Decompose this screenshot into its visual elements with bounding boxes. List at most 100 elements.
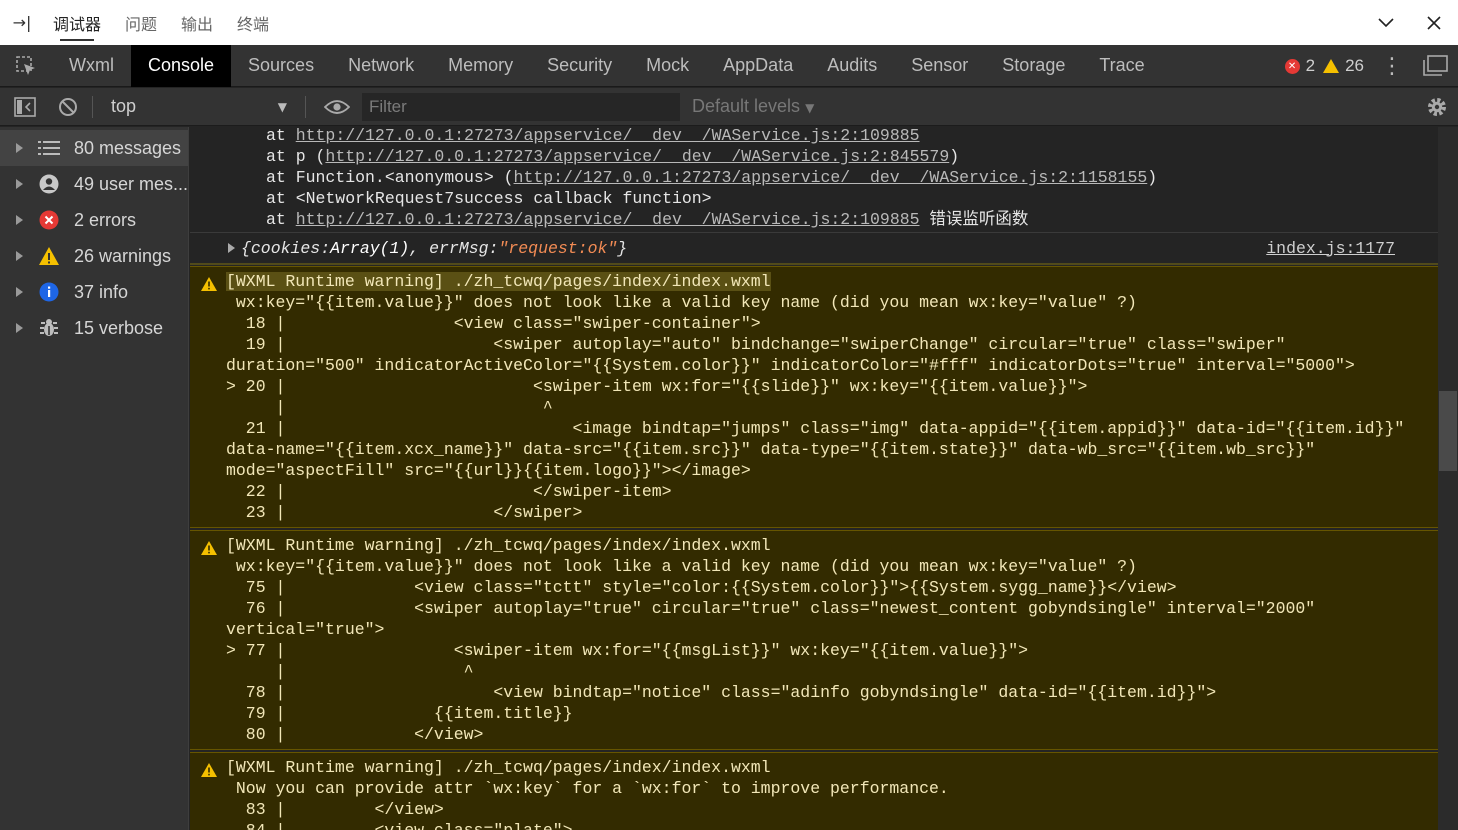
warning-line: wx:key="{{item.value}}" does not look li…	[226, 293, 1137, 312]
window-tab-problems[interactable]: 问题	[116, 0, 166, 45]
log-levels-dropdown[interactable]: Default levels ▼	[692, 96, 814, 117]
sidebar-item-verbose[interactable]: 15 verbose	[0, 310, 188, 346]
warning-title: [WXML Runtime warning] ./zh_tcwq/pages/i…	[226, 536, 771, 555]
tab-memory[interactable]: Memory	[431, 45, 530, 87]
warning-line: 79 | {{item.title}}	[226, 704, 573, 723]
collapse-panel-icon[interactable]: →|	[0, 0, 44, 45]
object-text: }	[617, 238, 628, 258]
trace-line: at Function.<anonymous> (http://127.0.0.…	[266, 167, 1438, 188]
sidebar-item-messages[interactable]: 80 messages	[0, 130, 188, 166]
filter-input[interactable]	[362, 92, 680, 121]
gear-icon[interactable]	[1426, 88, 1448, 126]
warning-line: 76 | <swiper autoplay="true" circular="t…	[226, 599, 1316, 618]
divider	[92, 95, 93, 118]
warning-line: 21 | <image bindtap="jumps" class="img" …	[226, 419, 1405, 438]
console-sidebar: 80 messages 49 user mes... 2 errors 26 w…	[0, 127, 189, 830]
tab-wxml[interactable]: Wxml	[52, 45, 131, 87]
window-tab-bar: →| 调试器 问题 输出 终端	[0, 0, 1458, 45]
sidebar-item-info[interactable]: 37 info	[0, 274, 188, 310]
show-sidebar-icon[interactable]	[0, 96, 50, 117]
trace-line: at <NetworkRequest7success callback func…	[266, 188, 1438, 209]
warning-title: [WXML Runtime warning] ./zh_tcwq/pages/i…	[226, 272, 771, 291]
warning-line: data-name="{{item.xcx_name}}" data-src="…	[226, 440, 1316, 459]
expand-caret-icon[interactable]	[16, 287, 23, 297]
live-expression-eye-icon[interactable]	[312, 99, 362, 115]
object-log-row[interactable]: {cookies: Array(1), errMsg: "request:ok"…	[190, 233, 1438, 265]
warning-line: > 20 | <swiper-item wx:for="{{slide}}" w…	[226, 377, 1088, 396]
trace-text: at <NetworkRequest7success callback func…	[266, 189, 712, 208]
user-icon	[38, 173, 60, 195]
dropdown-arrow-icon: ▼	[277, 99, 287, 114]
sidebar-item-errors[interactable]: 2 errors	[0, 202, 188, 238]
tab-storage[interactable]: Storage	[985, 45, 1082, 87]
tab-label: 问题	[125, 14, 158, 34]
tab-mock[interactable]: Mock	[629, 45, 706, 87]
bug-icon	[38, 317, 60, 339]
expand-caret-icon[interactable]	[16, 179, 23, 189]
dropdown-arrow-icon: ▼	[805, 101, 815, 115]
object-text: Array(1)	[330, 238, 410, 258]
tab-console[interactable]: Console	[130, 44, 232, 87]
trace-text: at	[266, 127, 296, 145]
stack-trace: at http://127.0.0.1:27273/appservice/__d…	[190, 127, 1438, 233]
tab-label: 输出	[181, 14, 214, 34]
trace-link[interactable]: http://127.0.0.1:27273/appservice/__dev_…	[514, 168, 1148, 187]
tab-security[interactable]: Security	[530, 45, 629, 87]
close-icon[interactable]	[1414, 0, 1454, 45]
error-count-icon: ✕	[1284, 58, 1300, 74]
trace-link[interactable]: http://127.0.0.1:27273/appservice/__dev_…	[296, 127, 920, 145]
sidebar-item-label: 26 warnings	[74, 245, 172, 266]
warning-line: 22 | </swiper-item>	[226, 482, 672, 501]
source-link[interactable]: index.js:1177	[1266, 239, 1395, 258]
warning-line: 80 | </view>	[226, 725, 484, 744]
trace-line: at http://127.0.0.1:27273/appservice/__d…	[266, 209, 1438, 230]
error-icon	[38, 209, 60, 231]
window-tab-terminal[interactable]: 终端	[228, 0, 278, 45]
expand-caret-icon[interactable]	[16, 215, 23, 225]
expand-caret-icon[interactable]	[16, 323, 23, 333]
expand-caret-icon[interactable]	[16, 251, 23, 261]
error-count[interactable]: 2	[1306, 56, 1315, 76]
log-levels-label: Default levels	[692, 96, 801, 116]
context-label: top	[111, 96, 137, 116]
warning-count[interactable]: 26	[1345, 56, 1364, 76]
sidebar-item-label: 15 verbose	[74, 317, 164, 338]
warning-message: [WXML Runtime warning] ./zh_tcwq/pages/i…	[190, 266, 1438, 528]
sidebar-item-label: 2 errors	[74, 209, 137, 230]
sidebar-item-user-messages[interactable]: 49 user mes...	[0, 166, 188, 202]
tab-trace[interactable]: Trace	[1082, 45, 1161, 87]
sidebar-item-label: 37 info	[74, 281, 129, 302]
warning-icon	[201, 540, 217, 561]
console-scrollbar[interactable]	[1438, 127, 1458, 830]
inspect-element-icon[interactable]	[0, 45, 52, 87]
expand-caret-icon[interactable]	[16, 143, 23, 153]
window-tab-debugger[interactable]: 调试器	[44, 0, 110, 45]
trace-link[interactable]: http://127.0.0.1:27273/appservice/__dev_…	[325, 147, 949, 166]
sidebar-item-warnings[interactable]: 26 warnings	[0, 238, 188, 274]
chevron-down-icon[interactable]	[1366, 0, 1406, 45]
tab-sources[interactable]: Sources	[231, 45, 331, 87]
object-text: , errMsg:	[409, 238, 499, 258]
warning-icon	[201, 762, 217, 783]
tab-network[interactable]: Network	[331, 45, 431, 87]
warning-line: 84 | <view class="plate">	[226, 820, 1438, 830]
expand-caret-icon[interactable]	[228, 243, 235, 253]
more-options-icon[interactable]: ⋮	[1372, 54, 1412, 79]
trace-text: at Function.<anonymous> (	[266, 168, 514, 187]
tab-audits[interactable]: Audits	[810, 45, 894, 87]
tab-appdata[interactable]: AppData	[706, 45, 810, 87]
info-icon	[38, 281, 60, 303]
warning-line: 83 | </view>	[226, 800, 444, 819]
warning-line: 18 | <view class="swiper-container">	[226, 314, 761, 333]
clear-console-icon[interactable]	[50, 97, 86, 117]
scrollbar-thumb[interactable]	[1439, 391, 1457, 471]
context-selector[interactable]: top ▼	[99, 88, 299, 126]
tab-sensor[interactable]: Sensor	[894, 45, 985, 87]
object-text: {cookies:	[241, 238, 331, 258]
warning-message: [WXML Runtime warning] ./zh_tcwq/pages/i…	[190, 752, 1438, 830]
warning-line: vertical="true">	[226, 620, 385, 639]
trace-link[interactable]: http://127.0.0.1:27273/appservice/__dev_…	[296, 210, 920, 229]
window-tab-output[interactable]: 输出	[172, 0, 222, 45]
dock-side-icon[interactable]	[1412, 55, 1458, 77]
tab-label: 调试器	[53, 14, 102, 34]
